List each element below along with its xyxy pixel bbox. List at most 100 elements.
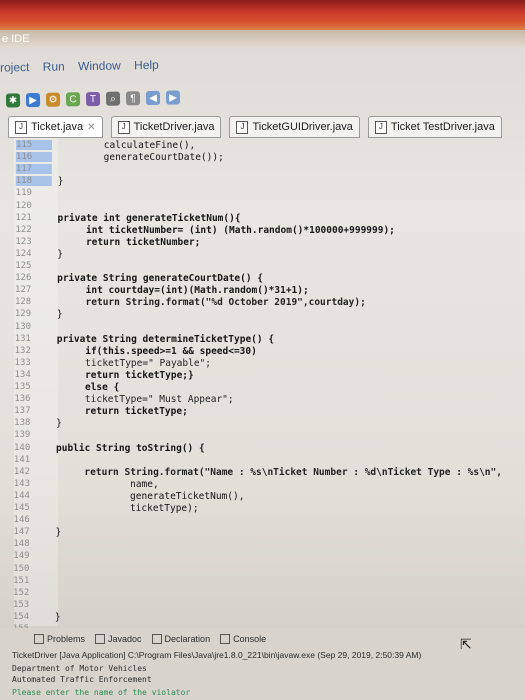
code-line[interactable]: 120 bbox=[0, 201, 525, 213]
line-number: 120 bbox=[15, 200, 32, 211]
problems-icon bbox=[34, 634, 44, 644]
pilcrow-icon[interactable]: ¶ bbox=[125, 91, 141, 106]
console-icon bbox=[220, 634, 231, 644]
code-line[interactable]: 129} bbox=[0, 309, 524, 321]
code-line[interactable]: 138} bbox=[0, 418, 523, 430]
line-number: 122 bbox=[15, 224, 32, 235]
code-editor[interactable]: 115 calculateFine(), 116 generateCourtDat… bbox=[0, 138, 525, 634]
code-line[interactable]: 135 else { bbox=[0, 382, 523, 394]
code-line[interactable]: 137 return ticketType; bbox=[0, 406, 523, 418]
code-line[interactable]: 151 bbox=[0, 576, 522, 588]
search-icon[interactable]: ⌕ bbox=[105, 91, 121, 106]
line-number: 134 bbox=[14, 369, 31, 380]
code-line[interactable]: 141 bbox=[0, 455, 523, 467]
code-line[interactable]: 142 return String.format("Name : %s\nTic… bbox=[0, 467, 523, 479]
code-line[interactable]: 115 calculateFine(), bbox=[0, 140, 525, 152]
tab-ticketdriver-java[interactable]: J TicketDriver.java bbox=[110, 116, 222, 138]
code-line[interactable]: 131 private String determineTicketType() … bbox=[0, 334, 524, 346]
code-line[interactable]: 122 int ticketNumber= (int) (Math.random… bbox=[0, 225, 524, 237]
line-number: 123 bbox=[15, 236, 32, 247]
code-text: ticketType); bbox=[55, 503, 199, 514]
menu-project[interactable]: roject bbox=[0, 60, 30, 75]
code-line[interactable]: 130 bbox=[0, 322, 524, 334]
code-text: if(this.speed>=1 && speed<=30) bbox=[56, 345, 257, 357]
tab-ticketguidriver-java[interactable]: J TicketGUIDriver.java bbox=[229, 116, 360, 138]
code-line[interactable]: 124} bbox=[0, 249, 524, 261]
line-number: 144 bbox=[13, 490, 30, 501]
code-line[interactable]: 116 generateCourtDate()); bbox=[0, 152, 525, 164]
line-number: 115 bbox=[16, 140, 52, 150]
code-text: } bbox=[56, 309, 63, 321]
code-line[interactable]: 152 bbox=[0, 588, 522, 600]
code-line[interactable]: 133 ticketType=" Payable"; bbox=[0, 358, 524, 370]
code-text: int ticketNumber= (int) (Math.random()*1… bbox=[57, 224, 395, 236]
close-icon[interactable]: ✕ bbox=[87, 122, 95, 133]
menu-help[interactable]: Help bbox=[134, 58, 159, 72]
tab-problems[interactable]: Problems bbox=[34, 634, 85, 644]
code-line[interactable]: 154} bbox=[0, 612, 522, 624]
code-line[interactable]: 139 bbox=[0, 430, 523, 442]
code-line[interactable]: 140 public String toString() { bbox=[0, 443, 523, 455]
code-line[interactable]: 119 bbox=[0, 188, 525, 200]
debug-icon[interactable]: ✱ bbox=[5, 93, 21, 108]
code-line[interactable]: 118} bbox=[0, 176, 525, 188]
code-line[interactable]: 144 generateTicketNum(), bbox=[0, 491, 523, 503]
code-line[interactable]: 127 int courtday=(int)(Math.random()*31+… bbox=[0, 285, 524, 297]
line-number: 141 bbox=[13, 454, 31, 465]
line-number: 130 bbox=[14, 321, 32, 332]
code-line[interactable]: 150 bbox=[0, 564, 522, 576]
code-text: return ticketNumber; bbox=[57, 236, 201, 248]
line-number: 129 bbox=[14, 309, 32, 320]
code-text: calculateFine(), bbox=[58, 140, 196, 151]
code-text: } bbox=[55, 527, 62, 539]
code-text: private int generateTicketNum(){ bbox=[57, 212, 241, 224]
code-line[interactable]: 153 bbox=[0, 600, 522, 612]
line-number: 149 bbox=[13, 551, 30, 562]
code-line[interactable]: 125 bbox=[0, 261, 524, 273]
code-line[interactable]: 123 return ticketNumber; bbox=[0, 237, 524, 249]
code-text: return ticketType;} bbox=[56, 369, 194, 381]
tab-declaration[interactable]: Declaration bbox=[151, 634, 211, 644]
code-text: generateCourtDate()); bbox=[57, 152, 224, 164]
code-line[interactable]: 132 if(this.speed>=1 && speed<=30) bbox=[0, 346, 524, 358]
code-line[interactable]: 121 private int generateTicketNum(){ bbox=[0, 213, 525, 225]
tab-tickettestdriver-java[interactable]: J Ticket TestDriver.java bbox=[367, 116, 502, 138]
line-number: 124 bbox=[15, 248, 32, 259]
tab-console[interactable]: Console bbox=[220, 634, 266, 644]
line-number: 117 bbox=[15, 164, 52, 175]
java-file-icon: J bbox=[117, 120, 130, 134]
console-header: TicketDriver [Java Application] C:\Progr… bbox=[12, 650, 422, 660]
line-number: 127 bbox=[15, 285, 32, 296]
code-line[interactable]: 117 bbox=[0, 164, 525, 176]
menu-run[interactable]: Run bbox=[43, 59, 65, 73]
tab-label: Javadoc bbox=[108, 634, 142, 644]
tab-javadoc[interactable]: Javadoc bbox=[95, 634, 142, 644]
code-line[interactable]: 146 bbox=[0, 515, 523, 527]
line-number: 135 bbox=[14, 382, 31, 392]
code-text: } bbox=[57, 248, 64, 260]
code-line[interactable]: 149 bbox=[0, 551, 522, 563]
code-line[interactable]: 126 private String generateCourtDate() { bbox=[0, 273, 524, 285]
code-line[interactable]: 128 return String.format("%d October 201… bbox=[0, 297, 524, 309]
open-type-icon[interactable]: T bbox=[85, 91, 101, 107]
line-number: 151 bbox=[13, 575, 30, 586]
code-line[interactable]: 136 ticketType=" Must Appear"; bbox=[0, 394, 523, 406]
line-number: 143 bbox=[13, 478, 31, 489]
code-line[interactable]: 148 bbox=[0, 539, 522, 551]
tab-label: Declaration bbox=[164, 634, 211, 644]
code-line[interactable]: 134 return ticketType;} bbox=[0, 370, 523, 382]
new-class-icon[interactable]: C bbox=[65, 92, 81, 107]
line-number: 148 bbox=[13, 539, 30, 550]
back-icon[interactable]: ◀ bbox=[145, 90, 161, 106]
menu-window[interactable]: Window bbox=[78, 58, 121, 73]
line-number: 121 bbox=[15, 212, 32, 223]
line-number: 150 bbox=[13, 563, 30, 574]
run-icon[interactable]: ▶ bbox=[25, 92, 41, 108]
forward-icon[interactable]: ▶ bbox=[165, 90, 181, 105]
code-line[interactable]: 147} bbox=[0, 527, 522, 539]
code-text: int courtday=(int)(Math.random()*31+1); bbox=[57, 285, 309, 297]
code-line[interactable]: 145 ticketType); bbox=[0, 503, 523, 515]
external-tools-icon[interactable]: ⚙ bbox=[45, 92, 61, 107]
tab-ticket-java[interactable]: J Ticket.java ✕ bbox=[8, 116, 103, 138]
code-line[interactable]: 143 name, bbox=[0, 479, 523, 491]
